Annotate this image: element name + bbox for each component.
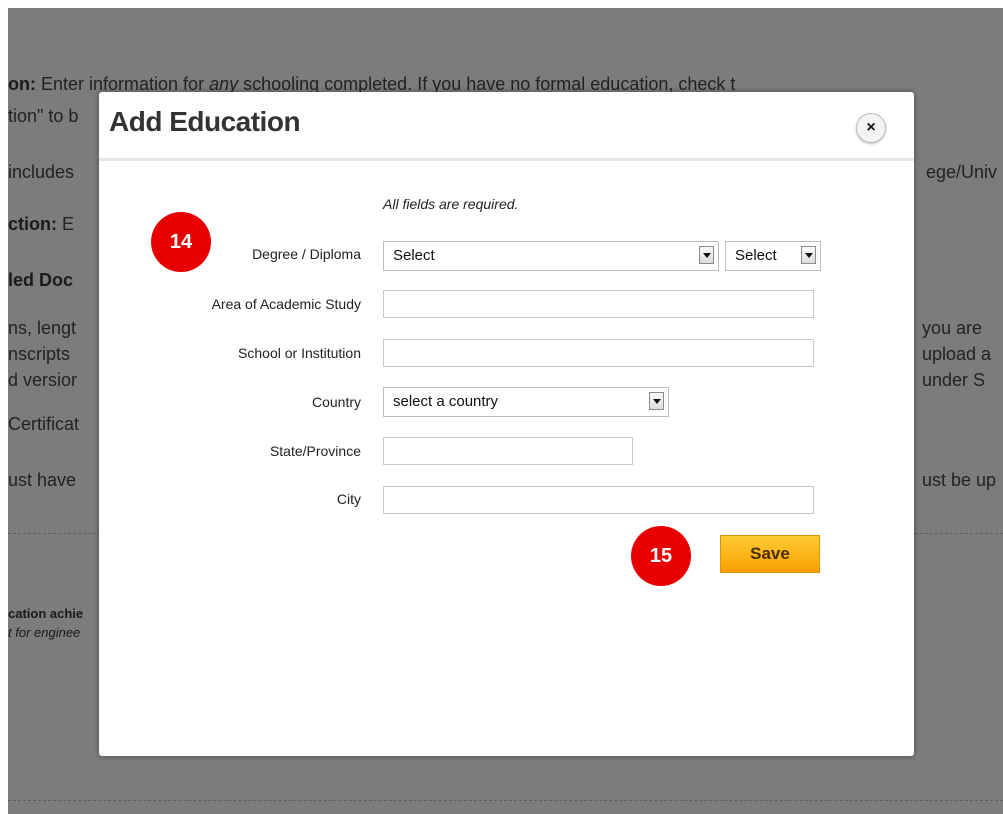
step-badge: 14 xyxy=(151,212,211,272)
country-select[interactable]: select a country xyxy=(383,387,669,417)
chevron-down-icon xyxy=(801,246,816,264)
bg-text-line: ction: E xyxy=(8,214,75,234)
city-input[interactable] xyxy=(383,486,814,514)
school-input[interactable] xyxy=(383,339,814,367)
bg-text-line: upload a xyxy=(922,344,992,364)
bg-text-line: ust have xyxy=(8,470,77,490)
bg-text-line: d versior xyxy=(8,370,78,390)
bg-text-line: you are xyxy=(922,318,983,338)
degree-type-select-value: Select xyxy=(735,247,777,264)
bg-text-line: ust be up xyxy=(922,470,997,490)
study-input[interactable] xyxy=(383,290,814,318)
bg-text-line: nscripts xyxy=(8,344,71,364)
bg-text-line: ns, lengt xyxy=(8,318,77,338)
bg-text-line: ege/Univ xyxy=(926,162,998,182)
country-select-value: select a country xyxy=(393,393,499,410)
state-label: State/Province xyxy=(269,443,361,459)
close-button[interactable]: × xyxy=(856,113,886,143)
chevron-down-icon xyxy=(649,392,664,410)
bg-text-line: t for enginee xyxy=(8,625,81,640)
degree-select-value: Select xyxy=(393,247,435,264)
dialog-title: Add Education xyxy=(109,106,301,137)
school-label: School or Institution xyxy=(238,345,361,361)
city-label: City xyxy=(336,491,361,507)
title-divider xyxy=(99,158,914,161)
chevron-down-icon xyxy=(699,246,714,264)
add-education-dialog: Add Education × All fields are required.… xyxy=(99,92,914,756)
close-icon: × xyxy=(866,119,876,136)
bg-divider xyxy=(8,800,1003,801)
step-badge: 15 xyxy=(631,526,691,586)
study-label: Area of Academic Study xyxy=(211,296,361,312)
save-button[interactable]: Save xyxy=(720,535,820,573)
bg-text-line: cation achie xyxy=(8,606,84,621)
bg-text-line: includes xyxy=(8,162,75,182)
bg-text-line: tion" to b xyxy=(8,106,79,126)
state-input[interactable] xyxy=(383,437,633,465)
degree-type-select[interactable]: Select xyxy=(725,241,821,271)
country-label: Country xyxy=(311,394,361,410)
degree-select[interactable]: Select xyxy=(383,241,719,271)
bg-text-line: led Doc xyxy=(8,270,74,290)
bg-text-line: Certificat xyxy=(8,414,80,434)
bg-text-line: under S xyxy=(922,370,986,390)
degree-label: Degree / Diploma xyxy=(252,246,361,262)
required-fields-note: All fields are required. xyxy=(383,196,519,212)
